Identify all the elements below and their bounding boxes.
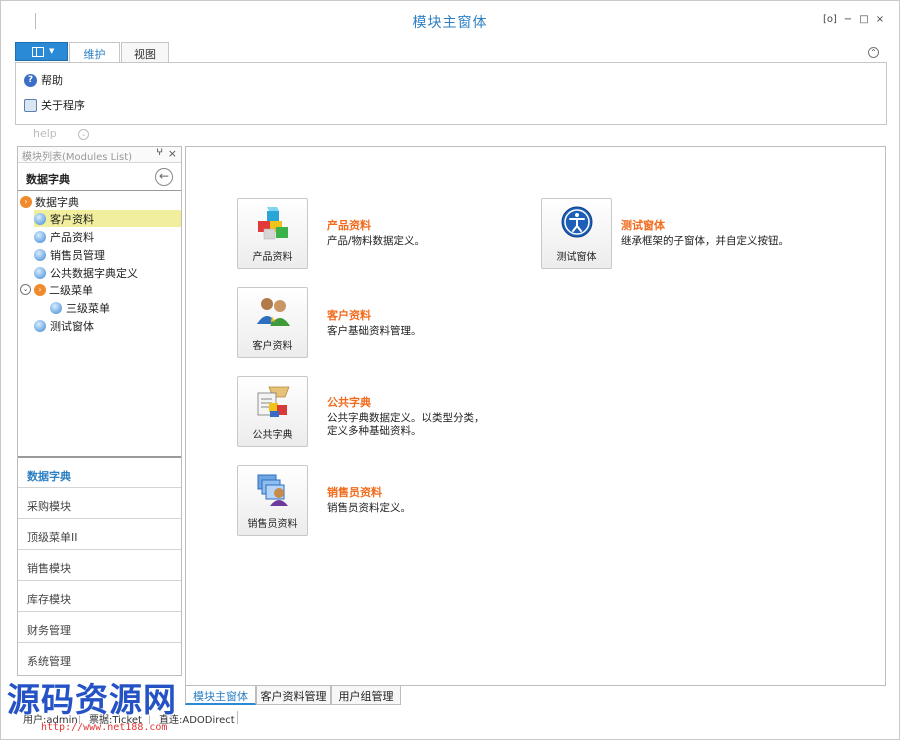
help-button[interactable]: ? 帮助 — [24, 72, 63, 88]
tree-node-label: 数据字典 — [35, 195, 79, 209]
help-icon: ? — [24, 73, 37, 87]
modules-panel-title-row: 数据字典 ← — [18, 163, 181, 191]
nav-group-data-dictionary[interactable]: 数据字典 — [18, 456, 181, 487]
test-form-module-desc: 继承框架的子窗体，并自定义按钮。 — [621, 235, 789, 247]
help-caption-row: help ⌄ — [33, 127, 90, 140]
help-caption: help — [33, 127, 57, 140]
app-menu-icon — [32, 47, 44, 57]
accessibility-icon — [561, 206, 593, 238]
help-label: 帮助 — [41, 74, 63, 87]
tree-node-salesperson[interactable]: 销售员管理 — [34, 246, 105, 263]
chevron-up-icon[interactable]: ⌃ — [868, 47, 879, 58]
tree-node-product[interactable]: 产品资料 — [34, 228, 94, 245]
group-arrow-icon: › — [34, 283, 46, 296]
modules-panel: 模块列表(Modules List) ⵖ × 数据字典 ← › 数据字典 客户资… — [17, 146, 182, 676]
doc-tab-user-group-management[interactable]: 用户组管理 — [331, 686, 401, 705]
back-arrow-icon[interactable]: ← — [155, 168, 173, 186]
dictionary-module-title[interactable]: 公共字典 — [327, 394, 371, 410]
test-form-module-title[interactable]: 测试窗体 — [621, 217, 665, 233]
main-window: 模块主窗体 [o] − □ × ▼ 维护 视图 ⌃ ? 帮助 关于程序 help… — [0, 0, 900, 740]
tile-label: 测试窗体 — [556, 252, 597, 263]
test-form-tile[interactable]: 测试窗体 — [541, 198, 612, 269]
tree-node-label: 二级菜单 — [49, 283, 93, 297]
title-bar[interactable]: 模块主窗体 [o] − □ × — [1, 1, 899, 41]
tree-node-label: 销售员管理 — [50, 248, 105, 262]
nav-group-top-menu-2[interactable]: 顶级菜单II — [18, 518, 181, 549]
doc-tab-customer-management[interactable]: 客户资料管理 — [256, 686, 331, 705]
panel-title: 数据字典 — [26, 173, 70, 186]
product-module-title[interactable]: 产品资料 — [327, 217, 371, 233]
maximize-button[interactable]: □ — [857, 14, 871, 26]
salesperson-icon — [257, 474, 288, 506]
tree-node-submenu[interactable]: ⌄ › 二级菜单 — [20, 281, 93, 298]
users-icon — [257, 298, 290, 326]
window-title: 模块主窗体 — [412, 15, 488, 31]
dictionary-module-desc: 公共字典数据定义。以类型分类， — [327, 412, 485, 424]
tree-node-label: 测试窗体 — [50, 319, 94, 333]
nav-group-purchase[interactable]: 采购模块 — [18, 487, 181, 518]
tree-node-data-dictionary[interactable]: › 数据字典 — [20, 193, 79, 210]
nav-group-system[interactable]: 系统管理 — [18, 642, 181, 673]
ribbon-tab-bar: ▼ 维护 视图 ⌃ — [15, 42, 887, 63]
dictionary-icon — [257, 386, 290, 417]
tab-view[interactable]: 视图 — [121, 42, 169, 62]
module-main-panel: 产品资料 产品资料 产品/物料数据定义。 客户资料 客户资料 客户基础资料管理。 — [185, 146, 886, 686]
nav-group-inventory[interactable]: 库存模块 — [18, 580, 181, 611]
tile-label: 销售员资料 — [247, 519, 298, 530]
product-tile[interactable]: 产品资料 — [237, 198, 308, 269]
pin-icon[interactable]: ⵖ — [156, 148, 163, 158]
doc-tab-main-form[interactable]: 模块主窗体 — [185, 686, 256, 705]
cubes-icon — [258, 207, 288, 240]
node-bullet-icon — [34, 248, 46, 261]
salesperson-module-title[interactable]: 销售员资料 — [327, 484, 382, 500]
tile-label: 客户资料 — [252, 341, 293, 352]
tree-node-customer[interactable]: 客户资料 — [34, 210, 181, 227]
tile-label: 产品资料 — [252, 252, 293, 263]
screenshot-icon[interactable]: [o] — [823, 14, 837, 26]
node-bullet-icon — [34, 266, 46, 279]
tree-node-label: 三级菜单 — [66, 301, 110, 315]
group-arrow-icon: › — [20, 195, 32, 208]
customer-tile[interactable]: 客户资料 — [237, 287, 308, 358]
modules-panel-caption: 模块列表(Modules List) — [22, 152, 133, 163]
expand-toggle-icon[interactable]: ⌄ — [20, 284, 31, 295]
tab-maintain[interactable]: 维护 — [69, 42, 120, 63]
tree-node-test-form[interactable]: 测试窗体 — [34, 317, 94, 334]
chevron-down-icon: ▼ — [49, 47, 55, 55]
nav-group-finance[interactable]: 财务管理 — [18, 611, 181, 642]
minimize-button[interactable]: − — [841, 14, 855, 26]
salesperson-module-desc: 销售员资料定义。 — [327, 502, 411, 514]
tree-node-label: 产品资料 — [50, 230, 94, 244]
dictionary-tile[interactable]: 公共字典 — [237, 376, 308, 447]
ribbon-panel: ? 帮助 关于程序 — [15, 62, 887, 125]
node-bullet-icon — [34, 212, 46, 225]
node-bullet-icon — [34, 319, 46, 332]
close-button[interactable]: × — [873, 14, 887, 26]
salesperson-tile[interactable]: 销售员资料 — [237, 465, 308, 536]
panel-close-icon[interactable]: × — [168, 147, 177, 160]
customer-module-title[interactable]: 客户资料 — [327, 307, 371, 323]
tree-node-label: 客户资料 — [50, 212, 94, 226]
about-icon — [24, 98, 37, 112]
app-menu-button[interactable]: ▼ — [15, 42, 68, 61]
tree-node-label: 公共数据字典定义 — [50, 266, 138, 280]
modules-panel-header: 模块列表(Modules List) ⵖ × — [18, 147, 181, 163]
customer-module-desc: 客户基础资料管理。 — [327, 325, 422, 337]
node-bullet-icon — [50, 301, 62, 314]
about-label: 关于程序 — [41, 99, 85, 112]
watermark-text: 源码资源网 — [7, 680, 177, 719]
status-separator — [237, 711, 238, 724]
node-bullet-icon — [34, 230, 46, 243]
tree-node-public-dictionary[interactable]: 公共数据字典定义 — [34, 264, 138, 281]
watermark-url: http://www.net188.com — [41, 722, 168, 733]
dictionary-module-desc-2: 定义多种基础资料。 — [327, 425, 422, 437]
tree-node-third-level[interactable]: 三级菜单 — [50, 299, 110, 316]
expand-down-icon[interactable]: ⌄ — [78, 128, 90, 140]
nav-group-sales[interactable]: 销售模块 — [18, 549, 181, 580]
tile-label: 公共字典 — [252, 430, 293, 441]
product-module-desc: 产品/物料数据定义。 — [327, 235, 426, 247]
about-button[interactable]: 关于程序 — [24, 97, 85, 113]
